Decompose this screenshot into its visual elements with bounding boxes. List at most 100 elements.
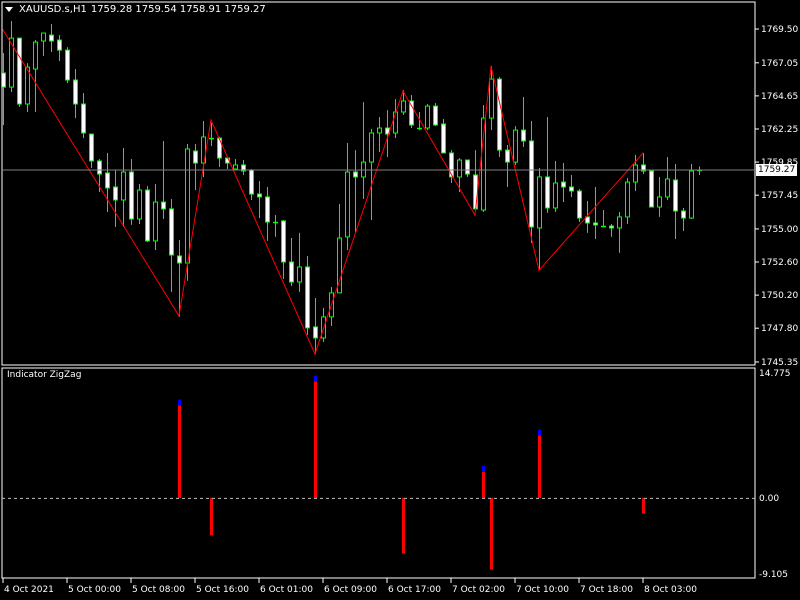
zigzag-histogram-bar	[538, 429, 541, 498]
indicator-scale-label: 0.00	[759, 494, 779, 504]
time-tick-label: 6 Oct 09:00	[324, 585, 377, 595]
time-tick-label: 6 Oct 01:00	[260, 585, 313, 595]
chart-menu-triangle-icon[interactable]	[5, 7, 13, 12]
candle	[273, 215, 278, 237]
candle-body-bull	[369, 132, 374, 163]
candle-body-bear	[129, 171, 134, 220]
candle	[65, 47, 70, 84]
time-tick-label: 7 Oct 02:00	[452, 585, 505, 595]
candle	[105, 152, 110, 212]
zigzag-point	[490, 65, 492, 67]
candle-body-bear	[353, 171, 358, 178]
candle-body-bear	[89, 133, 94, 162]
candle	[609, 223, 614, 237]
candle-body-bear	[1, 72, 6, 88]
indicator-frame	[1, 367, 756, 579]
candle	[17, 37, 22, 108]
time-tick-label: 5 Oct 00:00	[68, 585, 121, 595]
price-tick-label: 1752.60	[761, 258, 798, 268]
candle	[649, 170, 654, 208]
indicator-title: Indicator ZigZag	[7, 370, 82, 380]
symbol-timeframe: XAUUSD.s,H1	[19, 4, 87, 15]
zigzag-point	[210, 119, 212, 121]
candle	[425, 104, 430, 131]
candle	[513, 126, 518, 165]
candle-body-bear	[561, 181, 566, 188]
candle-body-bull	[553, 182, 558, 209]
candle	[169, 199, 174, 292]
candle	[377, 116, 382, 152]
histogram-peak-marker	[178, 399, 181, 406]
candle	[185, 144, 190, 281]
bid-price-label: 1759.27	[756, 164, 798, 177]
candle-body-bear	[57, 39, 62, 51]
candle-body-bear	[145, 189, 150, 242]
candle	[441, 119, 446, 154]
candle	[73, 69, 78, 119]
candle	[601, 210, 606, 228]
candle	[9, 21, 14, 93]
candle-body-bear	[681, 210, 686, 219]
zigzag-point	[178, 315, 180, 317]
candle-body-bull	[185, 148, 190, 264]
candle	[553, 160, 558, 212]
candle-body-bull	[537, 176, 542, 229]
candle-body-bull	[617, 216, 622, 229]
candle-body-bear	[193, 150, 198, 164]
candle	[49, 24, 54, 53]
candle-body-bull	[665, 178, 670, 198]
zigzag-histogram-bar	[178, 399, 181, 498]
candle	[57, 35, 62, 62]
candle	[497, 76, 502, 157]
candle-body-bear	[593, 222, 598, 226]
histogram-down-bar	[490, 497, 493, 570]
candle	[673, 163, 678, 239]
price-tick-label: 1767.05	[761, 59, 798, 69]
zigzag-histogram-bar	[314, 375, 317, 498]
time-tick-label: 7 Oct 10:00	[516, 585, 569, 595]
candle	[289, 238, 294, 287]
candle	[409, 95, 414, 129]
candle-body-bull	[345, 171, 350, 238]
candle	[313, 297, 318, 354]
candle-body-bear	[313, 326, 318, 339]
candle-body-bull	[489, 78, 494, 119]
candle-body-bear	[529, 140, 534, 228]
time-tick-label: 5 Oct 08:00	[132, 585, 185, 595]
histogram-up-bar	[178, 400, 181, 498]
price-tick-label: 1747.80	[761, 324, 798, 334]
candle	[665, 156, 670, 200]
price-chart[interactable]: 1769.501767.051764.651762.251759.851757.…	[0, 0, 800, 600]
chart-header: XAUUSD.s,H1 1759.28 1759.54 1758.91 1759…	[5, 4, 266, 15]
candle	[225, 156, 230, 169]
candle	[297, 232, 302, 292]
candle	[241, 159, 246, 176]
candle-body-bear	[65, 49, 70, 81]
candle-body-bull	[361, 161, 366, 178]
indicator-scale-label: -9.105	[759, 570, 788, 580]
candle	[577, 188, 582, 223]
candle	[305, 255, 310, 335]
indicator-axis: 14.775 0.00 -9.105	[759, 369, 791, 580]
main-chart-frame	[1, 1, 756, 366]
candle-body-bear	[257, 193, 262, 198]
candle	[113, 170, 118, 227]
candle	[145, 186, 150, 243]
candle	[417, 112, 422, 131]
zigzag-point	[474, 214, 476, 216]
candle	[265, 187, 270, 241]
zigzag-histogram-bar	[210, 497, 213, 536]
candle	[161, 140, 166, 220]
candle	[249, 168, 254, 200]
candle	[193, 144, 198, 191]
price-tick-label: 1745.35	[761, 358, 798, 368]
zigzag-point	[642, 152, 644, 154]
candle-body-bear	[17, 37, 22, 105]
zigzag-histogram-bar	[642, 497, 645, 514]
candle	[657, 176, 662, 217]
candle-body-bull	[137, 189, 142, 220]
candle-body-bear	[505, 149, 510, 163]
zigzag-histogram-bar	[482, 465, 485, 498]
candle-body-bull	[457, 159, 462, 178]
candle	[345, 143, 350, 251]
